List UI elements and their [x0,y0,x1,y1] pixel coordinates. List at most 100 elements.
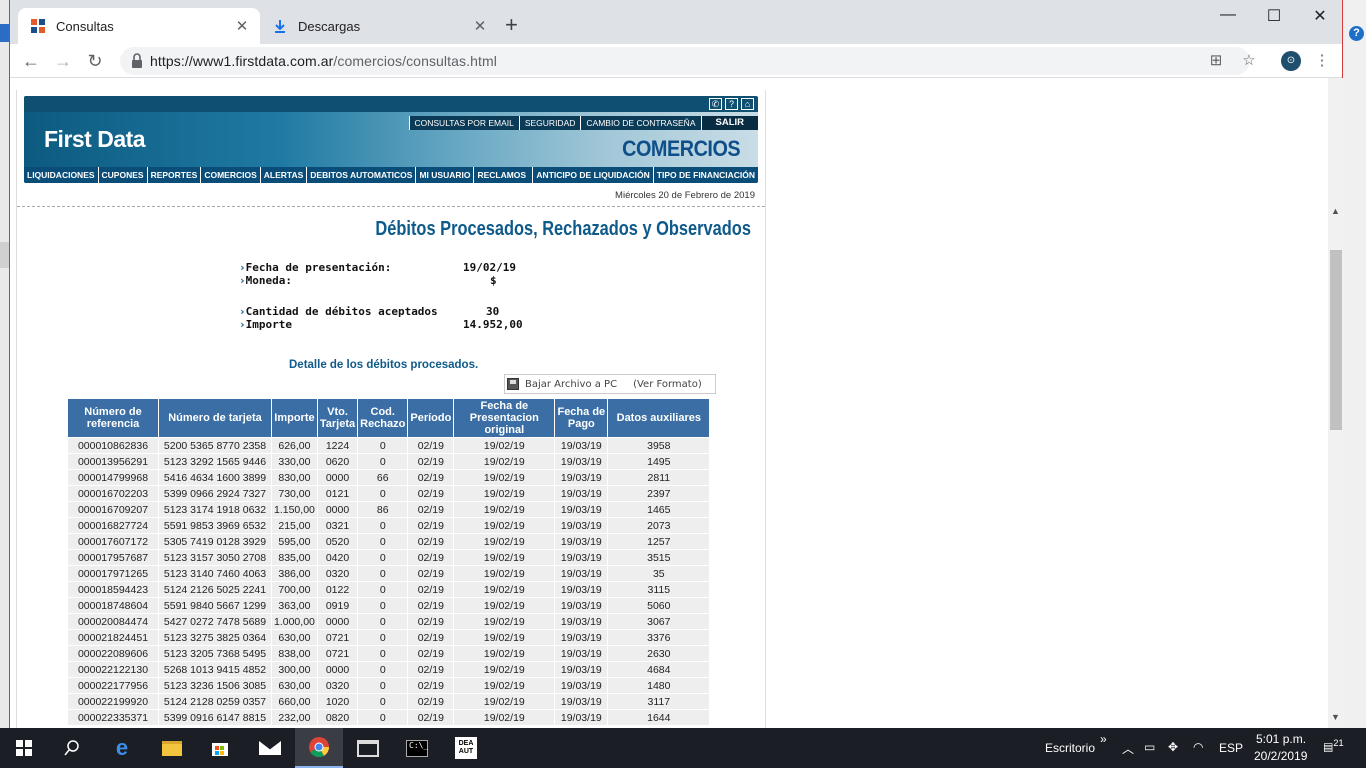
notification-icon[interactable]: ▤21 [1323,738,1344,754]
wifi-icon[interactable]: ◠ [1193,740,1203,754]
link-seguridad[interactable]: SEGURIDAD [518,116,581,130]
cell-fecha-presentacion: 19/02/19 [454,694,555,709]
floppy-disk-icon [507,378,519,390]
cell-referencia: 000016827724 [68,518,158,533]
clock-time[interactable]: 5:01 p.m. [1256,732,1306,746]
desktop-toolbar-label[interactable]: Escritorio [1045,741,1095,755]
browser-window: Consultas ✕ Descargas ✕ + — ☐ ✕ ← → ↻ ht… [9,0,1344,728]
profile-avatar-icon[interactable]: ⊙ [1281,51,1301,71]
phone-icon[interactable]: ✆ [709,98,722,110]
scroll-down-icon[interactable]: ▼ [1331,712,1340,722]
reload-icon[interactable]: ↻ [84,50,106,72]
app-icon[interactable]: DEA AUT [442,728,490,768]
store-icon[interactable] [196,728,244,768]
cell-fecha-pago: 19/03/19 [555,486,608,501]
file-explorer-icon[interactable] [148,728,196,768]
table-row: 000016709207 5123 3174 1918 0632 1.150,00 0… [68,502,710,517]
table-row: 000017971265 5123 3140 7460 4063 386,00 032… [68,566,710,581]
cell-cod-rechazo: 0 [358,646,408,661]
scrollbar-thumb[interactable] [1330,250,1342,430]
language-indicator[interactable]: ESP [1219,741,1243,755]
cell-cod-rechazo: 0 [358,486,408,501]
nav-alertas[interactable]: ALERTAS [261,167,308,183]
logout-button[interactable]: SALIR [700,116,758,130]
cell-cod-rechazo: 0 [358,518,408,533]
cell-fecha-pago: 19/03/19 [555,454,608,469]
tab-descargas[interactable]: Descargas ✕ [260,8,498,44]
cell-vto: 1020 [317,694,358,709]
nav-anticipo-liquidacion[interactable]: ANTICIPO DE LIQUIDACIÓN [533,167,654,183]
close-tab-icon[interactable]: ✕ [232,17,252,35]
edge-browser-icon[interactable]: e [98,728,146,768]
cell-vto: 0000 [317,614,358,629]
chevron-up-icon[interactable]: ︿ [1122,740,1134,757]
home-icon[interactable]: ⌂ [741,98,754,110]
cell-vto: 0721 [317,646,358,661]
cell-vto: 0520 [317,534,358,549]
terminal-icon[interactable]: C:\_ [393,728,441,768]
nav-comercios[interactable]: COMERCIOS [201,167,261,183]
cell-periodo: 02/19 [408,662,454,677]
mail-icon[interactable] [246,728,294,768]
nav-liquidaciones[interactable]: LIQUIDACIONES [24,167,99,183]
cell-tarjeta: 5427 0272 7478 5689 [159,614,271,629]
nav-cupones[interactable]: CUPONES [99,167,148,183]
battery-icon[interactable]: ▭ [1144,740,1155,754]
download-file-link[interactable]: Bajar Archivo a PC [525,379,617,390]
help-icon[interactable]: ? [1349,26,1364,41]
cell-vto: 0121 [317,486,358,501]
view-format-link[interactable]: (Ver Formato) [633,379,702,390]
cell-cod-rechazo: 86 [358,502,408,517]
link-consultas-email[interactable]: CONSULTAS POR EMAIL [408,116,519,130]
cell-fecha-pago: 19/03/19 [555,534,608,549]
cell-datos-auxiliares: 1644 [608,710,710,725]
translate-icon[interactable]: ⊞ [1208,53,1224,69]
menu-dots-icon[interactable]: ⋮ [1314,53,1330,69]
current-date: Miércoles 20 de Febrero de 2019 [615,190,755,201]
cell-cod-rechazo: 0 [358,614,408,629]
nav-reportes[interactable]: REPORTES [148,167,202,183]
search-icon[interactable] [48,728,96,768]
window-app-icon[interactable] [344,728,392,768]
cell-periodo: 02/19 [408,550,454,565]
cell-cod-rechazo: 0 [358,662,408,677]
nav-tipo-financiacion[interactable]: TIPO DE FINANCIACIÓN [654,167,758,183]
cell-cod-rechazo: 0 [358,694,408,709]
cell-tarjeta: 5399 0916 6147 8815 [159,710,271,725]
help-icon[interactable]: ? [725,98,738,110]
back-icon[interactable]: ← [20,50,42,72]
cell-periodo: 02/19 [408,694,454,709]
vertical-scrollbar[interactable]: ▲ ▼ [1328,78,1344,728]
tab-consultas[interactable]: Consultas ✕ [18,8,260,44]
cell-tarjeta: 5123 3275 3825 0364 [159,630,271,645]
toolbar-expand-icon[interactable]: » [1100,732,1107,746]
maximize-button[interactable]: ☐ [1251,6,1297,26]
cell-fecha-presentacion: 19/02/19 [454,550,555,565]
page-content: ✆ ? ⌂ First Data CONSULTAS POR EMAIL SEG… [16,90,766,728]
cell-importe: 363,00 [272,598,317,613]
bookmark-star-icon[interactable]: ☆ [1241,53,1257,69]
minimize-button[interactable]: — [1205,6,1251,24]
cell-cod-rechazo: 0 [358,598,408,613]
col-vto-tarjeta: Vto. Tarjeta [317,399,358,437]
cell-tarjeta: 5305 7419 0128 3929 [159,534,271,549]
cell-importe: 838,00 [272,646,317,661]
windows-start-icon[interactable] [0,728,48,768]
dropbox-icon[interactable]: ✥ [1168,740,1178,754]
link-cambio-contrasena[interactable]: CAMBIO DE CONTRASEÑA [580,116,700,130]
first-data-logo[interactable]: First Data [44,126,146,153]
nav-reclamos[interactable]: RECLAMOS [474,167,534,183]
cell-fecha-pago: 19/03/19 [555,470,608,485]
close-window-button[interactable]: ✕ [1297,6,1343,26]
new-tab-button[interactable]: + [505,14,518,36]
cell-vto: 1224 [317,438,358,453]
chrome-icon[interactable] [295,728,343,768]
close-tab-icon[interactable]: ✕ [470,17,490,35]
nav-debitos-automaticos[interactable]: DEBITOS AUTOMATICOS [307,167,417,183]
cell-importe: 300,00 [272,662,317,677]
nav-mi-usuario[interactable]: MI USUARIO [416,167,475,183]
scroll-up-icon[interactable]: ▲ [1331,206,1340,216]
forward-icon[interactable]: → [52,50,74,72]
clock-date[interactable]: 20/2/2019 [1254,749,1307,763]
address-bar[interactable]: https://www1.firstdata.com.ar/comercios/… [120,47,1250,75]
